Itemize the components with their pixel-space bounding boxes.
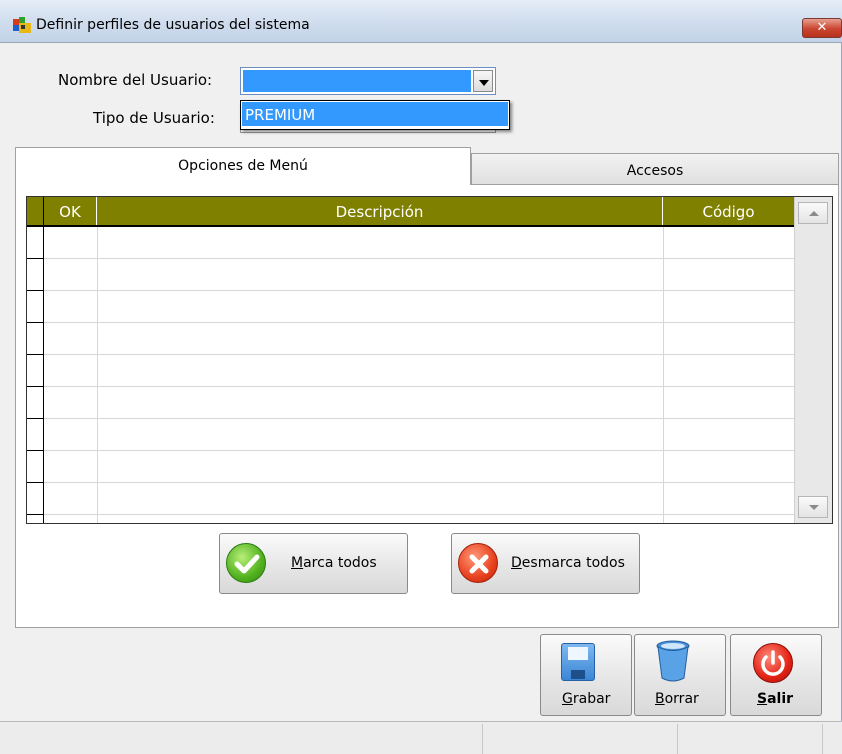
window-title: Definir perfiles de usuarios del sistema <box>36 17 310 33</box>
user-name-selection <box>243 70 471 92</box>
user-name-dropdown-button[interactable] <box>473 70 493 92</box>
table-row[interactable] <box>27 418 794 419</box>
save-label: rabar <box>572 691 611 707</box>
mark-all-label: arca todos <box>303 555 377 571</box>
grid-header: OK Descripción Código <box>27 197 794 227</box>
status-separator <box>482 724 483 754</box>
unmark-all-button[interactable]: Desmarca todos <box>451 533 640 594</box>
scroll-up-button[interactable] <box>798 202 828 224</box>
table-row[interactable] <box>27 450 794 451</box>
user-type-label: Tipo de Usuario: <box>93 109 215 127</box>
table-row[interactable] <box>27 354 794 355</box>
status-bar <box>0 721 842 754</box>
mark-all-mnemonic: M <box>291 555 304 571</box>
mark-all-button[interactable]: Marca todos <box>219 533 408 594</box>
save-button[interactable]: Grabar <box>540 634 632 716</box>
arrow-up-icon <box>809 211 819 216</box>
power-icon <box>753 643 793 683</box>
column-header-code[interactable]: Código <box>663 197 794 227</box>
delete-label: orrar <box>664 691 699 707</box>
table-row[interactable] <box>27 322 794 323</box>
exit-mnemonic: S <box>757 691 768 707</box>
column-header-ok[interactable]: OK <box>44 197 97 227</box>
unmark-all-mnemonic: D <box>511 555 522 571</box>
tab-menu-options[interactable]: Opciones de Menú <box>15 147 471 185</box>
table-row[interactable] <box>27 290 794 291</box>
x-icon <box>458 543 498 583</box>
menu-options-grid[interactable]: OK Descripción Código <box>26 196 833 524</box>
exit-label: alir <box>767 691 794 707</box>
chevron-down-icon <box>479 80 489 86</box>
user-name-combo[interactable] <box>240 67 496 95</box>
title-bar: Definir perfiles de usuarios del sistema… <box>0 0 842 43</box>
grid-scrollbar[interactable] <box>794 197 832 523</box>
row-indicator-column <box>27 197 44 523</box>
unmark-all-label: esmarca todos <box>521 555 625 571</box>
user-name-dropdown-list: PREMIUM <box>240 100 510 130</box>
save-mnemonic: G <box>562 691 573 707</box>
trash-icon <box>656 640 690 682</box>
table-row[interactable] <box>27 514 794 515</box>
app-icon <box>13 17 31 33</box>
floppy-disk-icon <box>561 643 595 681</box>
scroll-down-button[interactable] <box>798 496 828 518</box>
delete-mnemonic: B <box>655 691 665 707</box>
arrow-down-icon <box>809 505 819 510</box>
tab-access[interactable]: Accesos <box>471 153 839 185</box>
delete-button[interactable]: Borrar <box>634 634 726 716</box>
dropdown-option-premium[interactable]: PREMIUM <box>242 102 508 126</box>
column-header-description[interactable]: Descripción <box>97 197 663 227</box>
column-divider <box>663 227 664 523</box>
table-row[interactable] <box>27 482 794 483</box>
status-separator <box>822 724 823 754</box>
column-divider <box>97 227 98 523</box>
close-icon: ✕ <box>816 20 828 35</box>
close-button[interactable]: ✕ <box>802 18 842 38</box>
table-row[interactable] <box>27 258 794 259</box>
status-separator <box>677 724 678 754</box>
table-row[interactable] <box>27 386 794 387</box>
user-name-label: Nombre del Usuario: <box>58 71 213 89</box>
exit-button[interactable]: Salir <box>730 634 822 716</box>
window: Definir perfiles de usuarios del sistema… <box>0 0 842 754</box>
check-icon <box>226 543 266 583</box>
